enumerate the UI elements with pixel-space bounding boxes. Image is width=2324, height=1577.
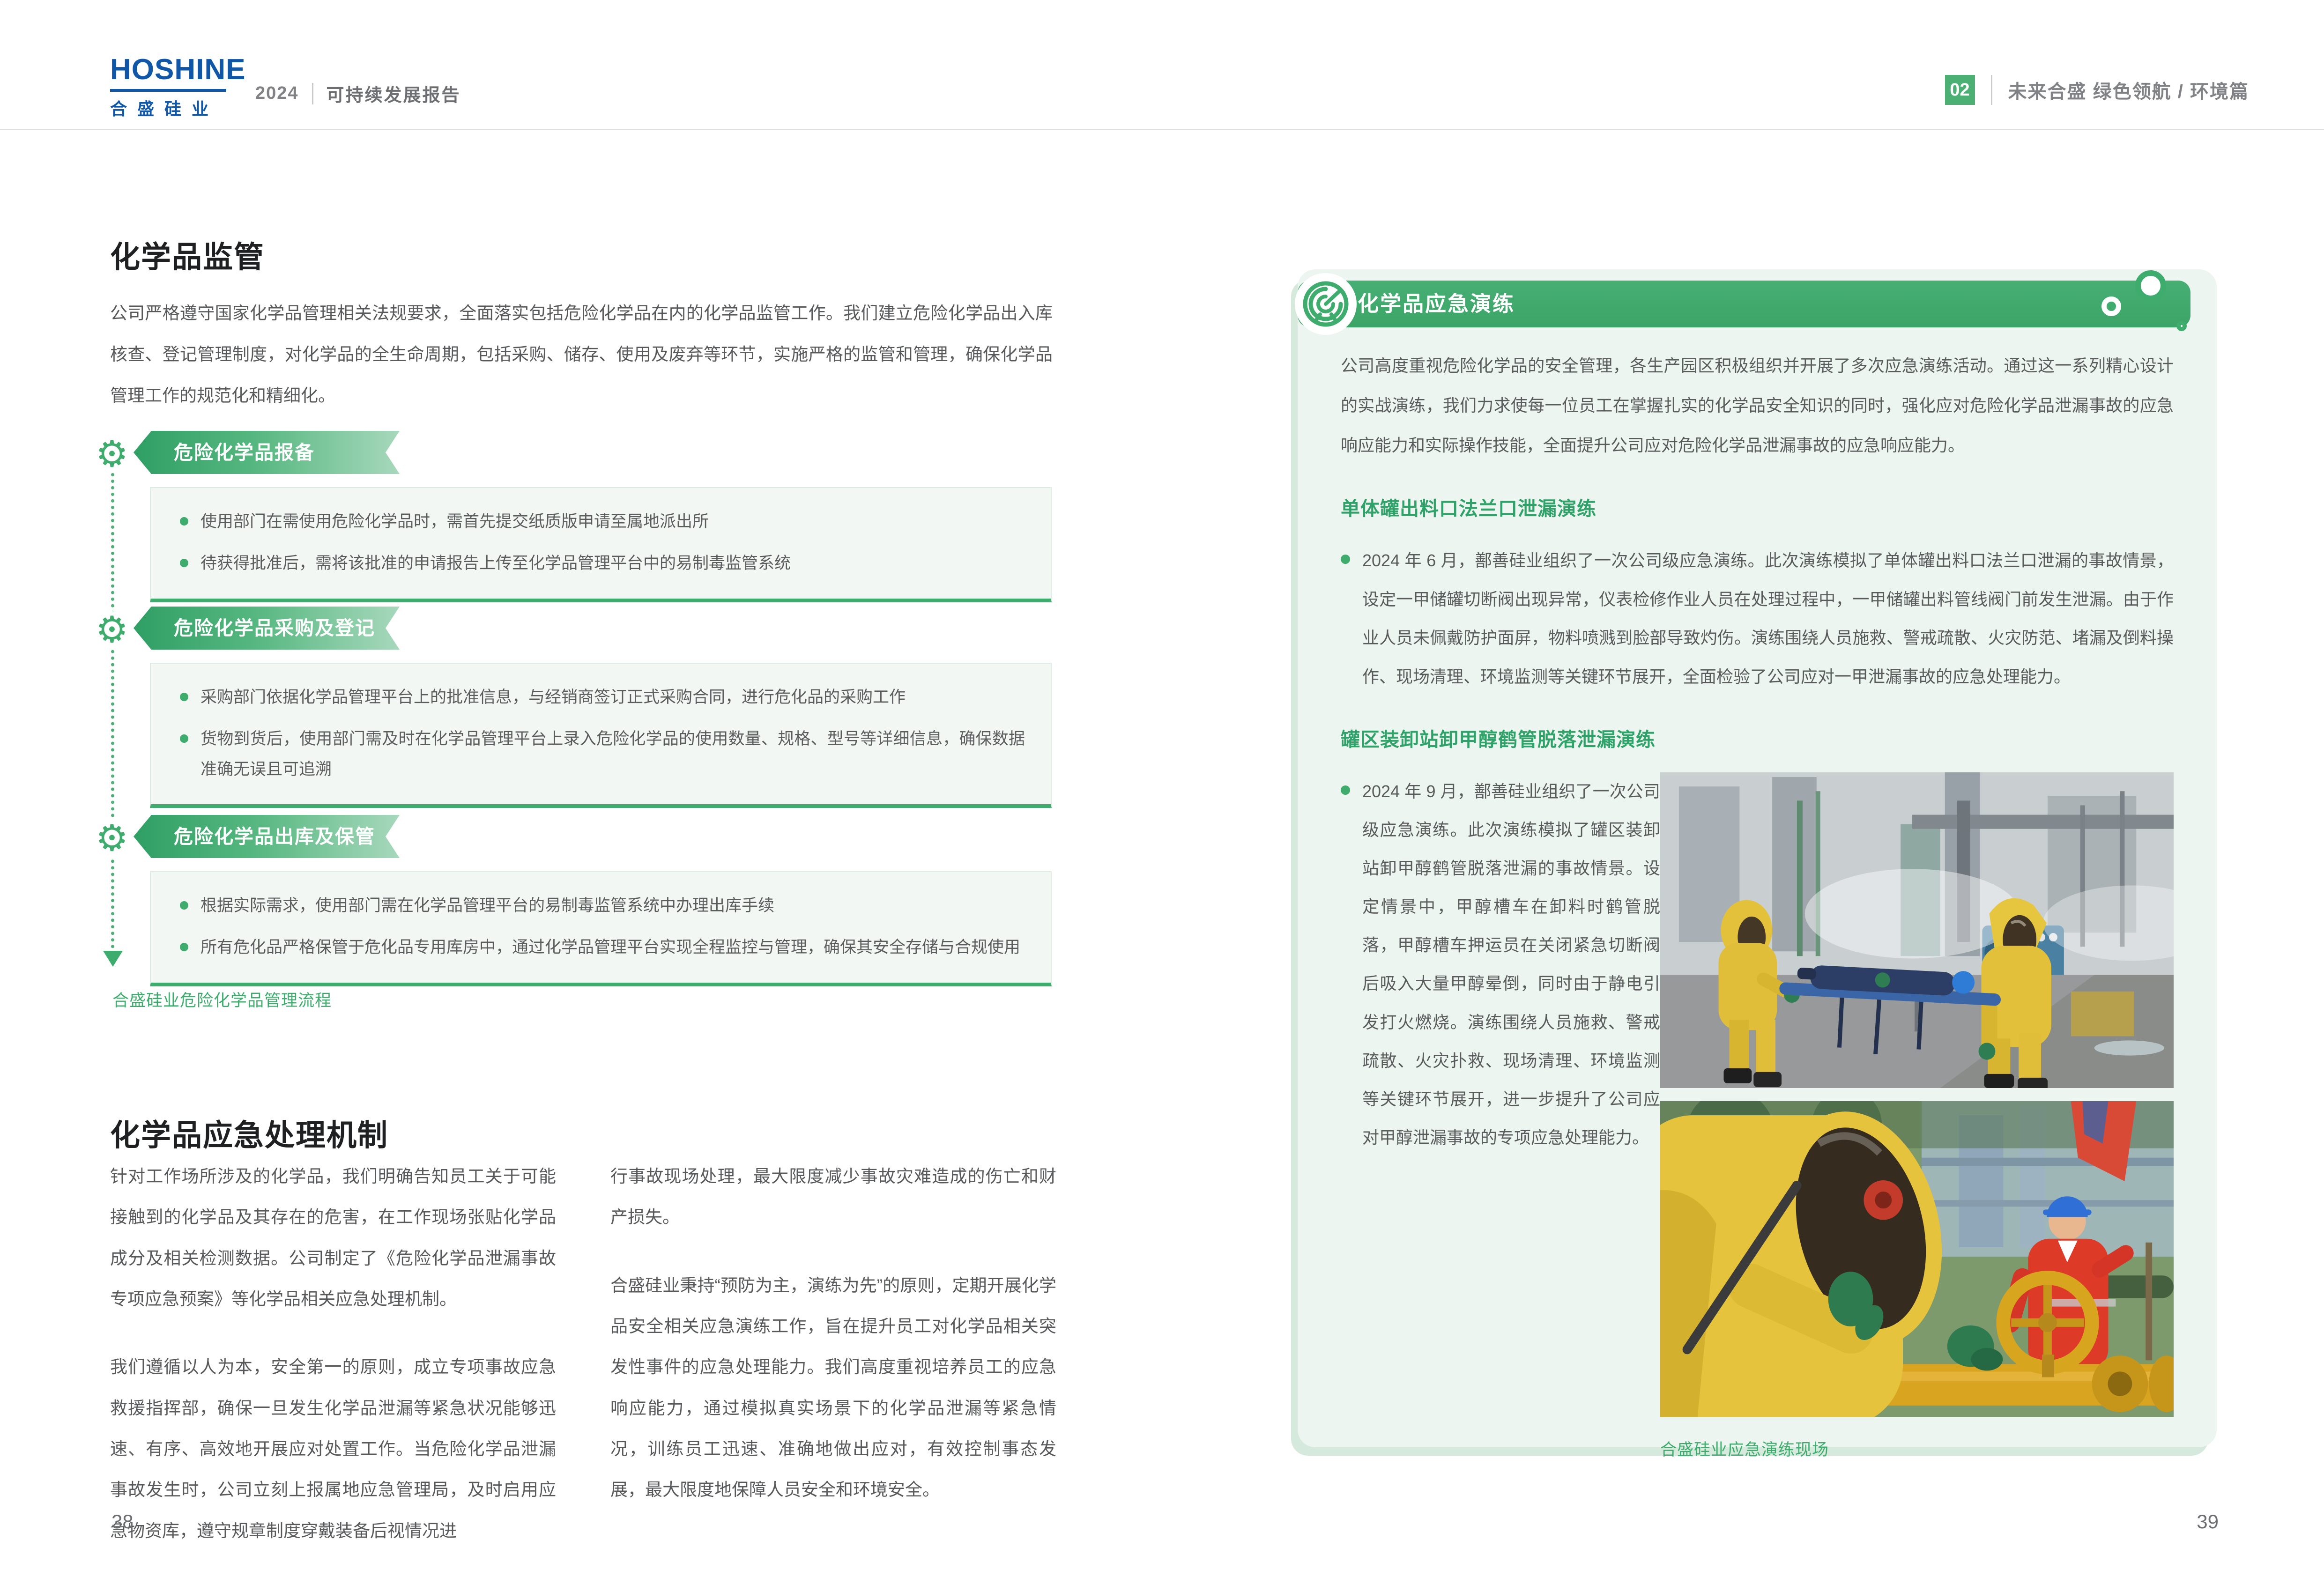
panel-intro-paragraph: 公司高度重视危险化学品的安全管理，各生产园区积极组织并开展了多次应急演练活动。通… bbox=[1341, 346, 2174, 466]
flow-step-label: 危险化学品报备 bbox=[174, 442, 315, 463]
flow-step-box: 根据实际需求，使用部门需在化学品管理平台的易制毒监管系统中办理出库手续 所有危化… bbox=[150, 871, 1052, 986]
decorative-circle bbox=[2101, 296, 2121, 316]
paragraph: 我们遵循以人为本，安全第一的原则，成立专项事故应急救援指挥部，确保一旦发生化学品… bbox=[110, 1347, 556, 1551]
flow-step-bullets: 根据实际需求，使用部门需在化学品管理平台的易制毒监管系统中办理出库手续 所有危化… bbox=[179, 891, 1025, 963]
flow-step-label: 危险化学品采购及登记 bbox=[174, 617, 375, 639]
flow-step-box: 采购部门依据化学品管理平台上的批准信息，与经销商签订正式采购合同，进行危化品的采… bbox=[150, 663, 1052, 808]
gear-icon: ⚙ bbox=[93, 820, 131, 857]
drill-photos-column: 合盛硅业应急演练现场 bbox=[1660, 772, 2174, 1460]
decorative-circle bbox=[2176, 321, 2187, 331]
drill2-text: 2024 年 9 月，鄯善硅业组织了一次公司级应急演练。此次演练模拟了罐区装卸站… bbox=[1341, 772, 1660, 1157]
bullet-item: 待获得批准后，需将该批准的申请报告上传至化学品管理平台中的易制毒监管系统 bbox=[179, 548, 1025, 579]
paragraph: 合盛硅业秉持“预防为主，演练为先”的原则，定期开展化学品安全相关应急演练工作，旨… bbox=[610, 1265, 1056, 1510]
drill-photo-valve bbox=[1660, 1101, 2174, 1417]
panel-body: 公司高度重视危险化学品的安全管理，各生产园区积极组织并开展了多次应急演练活动。通… bbox=[1341, 346, 2174, 1460]
target-dart-icon bbox=[1295, 273, 1357, 335]
flow-step-purchase: ⚙ 危险化学品采购及登记 采购部门依据化学品管理平台上的批准信息，与经销商签订正… bbox=[134, 607, 1052, 808]
logo-text-cn: 合盛硅业 bbox=[110, 89, 226, 120]
drill-photo-2-illustration bbox=[1660, 1101, 2174, 1417]
flow-caption: 合盛硅业危险化学品管理流程 bbox=[112, 987, 332, 1011]
section1-intro-paragraph: 公司严格遵守国家化学品管理相关法规要求，全面落实包括危险化学品在内的化学品监管工… bbox=[110, 293, 1053, 416]
flow-step-banner: 危险化学品出库及保管 bbox=[134, 815, 400, 858]
paragraph: 行事故现场处理，最大限度减少事故灾难造成的伤亡和财产损失。 bbox=[610, 1156, 1056, 1238]
bullet-item: 所有危化品严格保管于危化品专用库房中，通过化学品管理平台实现全程监控与管理，确保… bbox=[179, 933, 1025, 963]
section-title-chemical-supervision: 化学品监管 bbox=[110, 233, 265, 276]
decorative-circle bbox=[2135, 270, 2166, 301]
panel-header-bar: 化学品应急演练 bbox=[1298, 281, 2190, 327]
flow-dotted-line bbox=[111, 440, 114, 948]
gear-icon: ⚙ bbox=[93, 436, 131, 473]
flow-step-banner: 危险化学品采购及登记 bbox=[134, 607, 400, 650]
hazardous-chemical-flow: ⚙ 危险化学品报备 使用部门在需使用危险化学品时，需首先提交纸质版申请至属地派出… bbox=[112, 412, 1059, 1030]
panel-title: 化学品应急演练 bbox=[1358, 281, 1515, 327]
header-year: 2024 bbox=[255, 83, 299, 104]
drill-photo-1-illustration bbox=[1660, 772, 2174, 1088]
photos-caption: 合盛硅业应急演练现场 bbox=[1660, 1436, 2174, 1460]
column-left: 针对工作场所涉及的化学品，我们明确告知员工关于可能接触到的化学品及其存在的危害，… bbox=[110, 1156, 556, 1577]
gear-icon: ⚙ bbox=[93, 611, 131, 649]
bullet-item: 货物到货后，使用部门需及时在化学品管理平台上录入危险化学品的使用数量、规格、型号… bbox=[179, 724, 1025, 785]
page-number-left: 38 bbox=[111, 1510, 134, 1533]
drill-photo-stretcher bbox=[1660, 772, 2174, 1088]
bullet-item: 使用部门在需使用危险化学品时，需首先提交纸质版申请至属地派出所 bbox=[179, 507, 1025, 537]
flow-step-report: ⚙ 危险化学品报备 使用部门在需使用危险化学品时，需首先提交纸质版申请至属地派出… bbox=[134, 431, 1052, 602]
drill1-text: 2024 年 6 月，鄯善硅业组织了一次公司级应急演练。此次演练模拟了单体罐出料… bbox=[1341, 541, 2174, 696]
header-chapter: 02 未来合盛 绿色领航 / 环境篇 bbox=[1945, 75, 2249, 105]
emergency-drill-panel: 化学品应急演练 公司高度重视危险化学品的安全管理，各生产园区积极组织并开展了多次… bbox=[1298, 269, 2217, 1447]
flow-step-bullets: 使用部门在需使用危险化学品时，需首先提交纸质版申请至属地派出所 待获得批准后，需… bbox=[179, 507, 1025, 579]
drill2-title: 罐区装卸站卸甲醇鹤管脱落泄漏演练 bbox=[1341, 724, 2174, 752]
column-right: 行事故现场处理，最大限度减少事故灾难造成的伤亡和财产损失。 合盛硅业秉持“预防为… bbox=[610, 1156, 1056, 1577]
bullet-item: 采购部门依据化学品管理平台上的批准信息，与经销商签订正式采购合同，进行危化品的采… bbox=[179, 682, 1025, 713]
header-report-title: 可持续发展报告 bbox=[327, 81, 461, 106]
flow-step-banner: 危险化学品报备 bbox=[134, 431, 400, 474]
paragraph: 针对工作场所涉及的化学品，我们明确告知员工关于可能接触到的化学品及其存在的危害，… bbox=[110, 1156, 556, 1319]
report-spread: HOSHINE 合盛硅业 2024 可持续发展报告 02 未来合盛 绿色领航 /… bbox=[0, 0, 2324, 1577]
hoshine-logo: HOSHINE 合盛硅业 bbox=[110, 55, 251, 120]
flow-step-bullets: 采购部门依据化学品管理平台上的批准信息，与经销商签订正式采购合同，进行危化品的采… bbox=[179, 682, 1025, 785]
header-left-meta: 2024 可持续发展报告 bbox=[255, 81, 461, 106]
flow-step-label: 危险化学品出库及保管 bbox=[174, 826, 375, 847]
flow-step-storage: ⚙ 危险化学品出库及保管 根据实际需求，使用部门需在化学品管理平台的易制毒监管系… bbox=[134, 815, 1052, 986]
arrow-down-icon bbox=[103, 951, 123, 967]
header-divider bbox=[312, 83, 313, 104]
chapter-title: 未来合盛 绿色领航 / 环境篇 bbox=[2008, 76, 2249, 104]
drill2-text-column: 2024 年 9 月，鄯善硅业组织了一次公司级应急演练。此次演练模拟了罐区装卸站… bbox=[1341, 772, 1660, 1460]
page-number-right: 39 bbox=[2197, 1510, 2219, 1533]
flow-step-box: 使用部门在需使用危险化学品时，需首先提交纸质版申请至属地派出所 待获得批准后，需… bbox=[150, 487, 1052, 602]
emergency-mechanism-columns: 针对工作场所涉及的化学品，我们明确告知员工关于可能接触到的化学品及其存在的危害，… bbox=[110, 1156, 1056, 1577]
section-title-emergency-mechanism: 化学品应急处理机制 bbox=[110, 1111, 388, 1155]
drill1-title: 单体罐出料口法兰口泄漏演练 bbox=[1341, 493, 2174, 521]
bullet-item: 根据实际需求，使用部门需在化学品管理平台的易制毒监管系统中办理出库手续 bbox=[179, 891, 1025, 921]
chapter-number-badge: 02 bbox=[1945, 75, 1975, 105]
drill2-row: 2024 年 9 月，鄯善硅业组织了一次公司级应急演练。此次演练模拟了罐区装卸站… bbox=[1341, 772, 2174, 1460]
page-header: HOSHINE 合盛硅业 2024 可持续发展报告 02 未来合盛 绿色领航 /… bbox=[0, 0, 2324, 130]
chapter-divider bbox=[1991, 75, 1992, 105]
logo-text-en: HOSHINE bbox=[110, 55, 251, 84]
